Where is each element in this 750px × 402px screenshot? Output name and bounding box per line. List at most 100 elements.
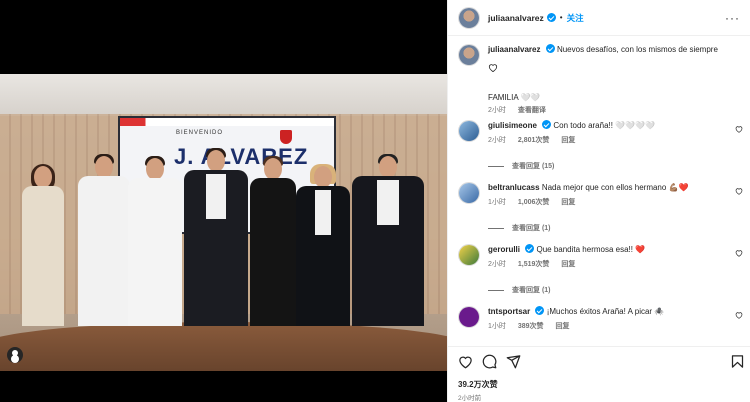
view-replies-button[interactable]: 查看回复 (1)	[488, 285, 551, 295]
follow-button[interactable]: 关注	[567, 12, 584, 24]
comment-like-heart-icon[interactable]	[735, 249, 743, 257]
comment-likes[interactable]: 1,006次赞	[518, 199, 550, 206]
caption-meta: 2小时 查看翻译	[488, 105, 743, 115]
reply-button[interactable]: 回复	[561, 261, 575, 268]
person-head	[95, 156, 113, 178]
comment-body: gerorulli Que bandita hermosa esa!! ❤️ 2…	[488, 244, 743, 269]
verified-badge-icon	[525, 244, 535, 253]
caption-time: 2小时	[488, 107, 506, 114]
caption-extra-line: FAMILIA 🤍🤍	[488, 93, 541, 102]
comment-row: beltranlucass Nada mejor que con ellos h…	[458, 182, 743, 207]
comment-meta: 2小时 2,801次赞 回复	[488, 135, 743, 145]
reply-button[interactable]: 回复	[556, 323, 570, 330]
comment-time: 2小时	[488, 261, 506, 268]
comment-likes[interactable]: 1,519次赞	[518, 261, 550, 268]
author-username[interactable]: juliaanalvarez	[488, 13, 544, 23]
view-replies-button[interactable]: 查看回复 (1)	[488, 223, 551, 233]
comment-username[interactable]: tntsportsar	[488, 307, 530, 316]
comment-username[interactable]: giulisimeone	[488, 121, 537, 130]
comment-icon[interactable]	[482, 354, 497, 369]
avatar-image	[459, 45, 479, 65]
caption-body: juliaanalvarez Nuevos desafíos, con los …	[488, 44, 743, 115]
likes-count[interactable]: 39.2万次赞	[458, 379, 498, 390]
avatar-image	[459, 183, 479, 203]
post-media-panel: BIENVENIDO J. ALVAREZ	[0, 0, 447, 402]
reply-button[interactable]: 回复	[561, 199, 575, 206]
more-options-icon[interactable]: ···	[725, 11, 740, 25]
person-5	[250, 156, 296, 326]
post-timestamp: 2小时前	[458, 395, 482, 402]
comment-like-heart-icon[interactable]	[735, 125, 743, 133]
verified-badge-icon	[545, 44, 555, 53]
heart-outline-svg	[488, 64, 498, 73]
person-head	[314, 166, 332, 188]
commenter-avatar[interactable]	[458, 182, 480, 204]
author-avatar[interactable]	[458, 44, 480, 66]
caption-text: Nuevos desafíos, con los mismos de siemp…	[556, 45, 718, 54]
post-action-bar	[448, 346, 750, 374]
comment-row: giulisimeone Con todo araña!! 🤍🤍🤍🤍 2小时 2…	[458, 120, 743, 145]
person-2	[78, 154, 130, 326]
comment-time: 1小时	[488, 199, 506, 206]
view-replies-button[interactable]: 查看回复 (15)	[488, 161, 554, 171]
screen-strip	[120, 118, 334, 126]
comment-like-heart-icon[interactable]	[735, 311, 743, 319]
caption-row: juliaanalvarez Nuevos desafíos, con los …	[458, 44, 743, 115]
avatar-image	[459, 245, 479, 265]
comment-row: gerorulli Que bandita hermosa esa!! ❤️ 2…	[458, 244, 743, 269]
post-header: juliaanalvarez • 关注 ···	[448, 0, 750, 36]
comment-row: tntsportsar ¡Muchos éxitos Araña! A pica…	[458, 306, 743, 331]
comment-likes[interactable]: 2,801次赞	[518, 137, 550, 144]
person-head	[207, 150, 225, 172]
heart-icon[interactable]	[458, 354, 473, 369]
reply-button[interactable]: 回复	[561, 137, 575, 144]
user-tag-icon[interactable]	[7, 347, 23, 363]
commenter-avatar[interactable]	[458, 120, 480, 142]
avatar-image	[459, 7, 479, 28]
header-separator: •	[559, 13, 563, 22]
person-shirt	[314, 190, 332, 235]
person-3	[128, 156, 182, 326]
comment-body: beltranlucass Nada mejor que con ellos h…	[488, 182, 743, 207]
post-photo[interactable]: BIENVENIDO J. ALVAREZ	[0, 74, 447, 371]
caption-author[interactable]: juliaanalvarez	[488, 45, 540, 54]
comments-list[interactable]: juliaanalvarez Nuevos desafíos, con los …	[448, 36, 750, 336]
comment-meta: 2小时 1,519次赞 回复	[488, 259, 743, 269]
comment-likes[interactable]: 389次赞	[518, 323, 544, 330]
bookmark-icon[interactable]	[730, 354, 745, 369]
comment-text: Con todo araña!! 🤍🤍🤍🤍	[553, 121, 656, 130]
comment-time: 2小时	[488, 137, 506, 144]
comment-username[interactable]: beltranlucass	[488, 183, 540, 192]
comment-text-line: beltranlucass Nada mejor que con ellos h…	[488, 182, 743, 194]
club-crest	[280, 130, 292, 144]
comment-meta: 1小时 1,006次赞 回复	[488, 197, 743, 207]
comment-text: ¡Muchos éxitos Araña! A picar 🕷️	[546, 307, 665, 316]
commenter-avatar[interactable]	[458, 244, 480, 266]
comment-text: Que bandita hermosa esa!! ❤️	[536, 245, 646, 254]
comment-meta: 1小时 389次赞 回复	[488, 321, 743, 331]
person-body	[128, 178, 182, 326]
avatar-image	[459, 307, 479, 327]
comment-body: giulisimeone Con todo araña!! 🤍🤍🤍🤍 2小时 2…	[488, 120, 743, 145]
comment-text-line: giulisimeone Con todo araña!! 🤍🤍🤍🤍	[488, 120, 743, 132]
person-body	[78, 176, 130, 326]
comment-time: 1小时	[488, 323, 506, 330]
comment-username[interactable]: gerorulli	[488, 245, 520, 254]
comment-text-line: tntsportsar ¡Muchos éxitos Araña! A pica…	[488, 306, 743, 318]
screen-welcome-text: BIENVENIDO	[176, 130, 224, 136]
person-head	[34, 166, 52, 188]
verified-badge-icon	[546, 13, 556, 22]
photo-ceiling	[0, 74, 447, 116]
translate-link[interactable]: 查看翻译	[518, 107, 546, 114]
verified-badge-icon	[542, 120, 552, 129]
author-avatar[interactable]	[458, 6, 480, 29]
person-1	[22, 164, 64, 326]
share-icon[interactable]	[506, 354, 521, 369]
person-head	[146, 158, 164, 180]
comment-like-heart-icon[interactable]	[735, 187, 743, 195]
comment-body: tntsportsar ¡Muchos éxitos Araña! A pica…	[488, 306, 743, 331]
post-details-panel: juliaanalvarez • 关注 ··· juliaanalvarez N…	[447, 0, 750, 402]
verified-badge-icon	[535, 306, 545, 315]
caption-heart-icon	[488, 59, 743, 77]
commenter-avatar[interactable]	[458, 306, 480, 328]
